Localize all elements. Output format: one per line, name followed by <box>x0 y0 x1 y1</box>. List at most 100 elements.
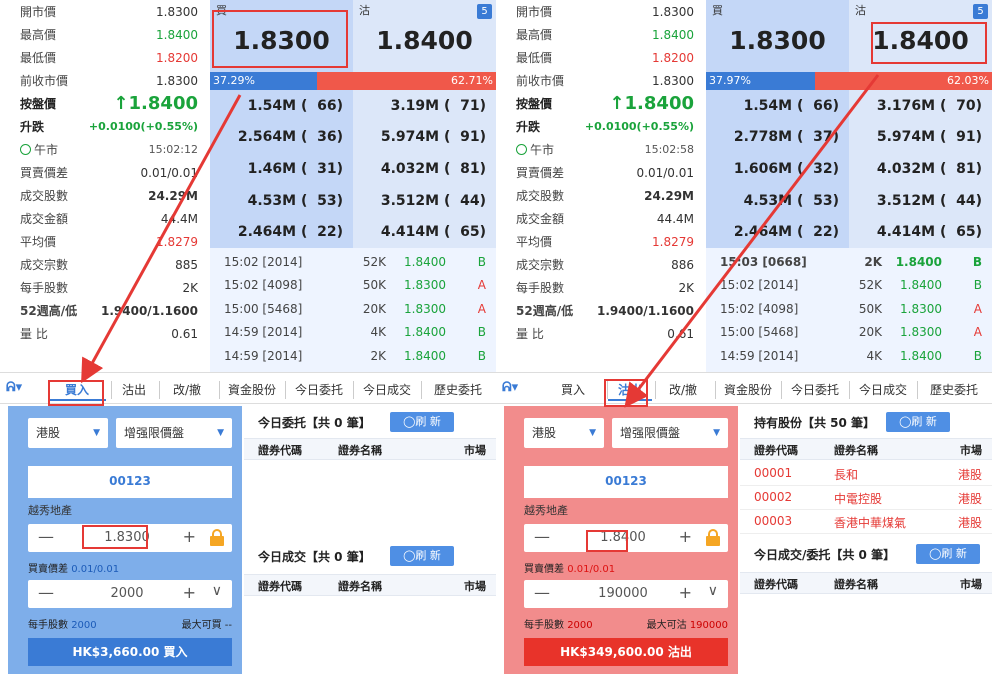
holding-row[interactable]: 00001 長和 港股 <box>740 462 992 486</box>
trade-time: 15:00 [5468] <box>224 301 303 316</box>
tab-6[interactable]: 歷史委托 <box>422 379 494 401</box>
trade-side: B <box>477 254 486 269</box>
qty-plus-button[interactable]: + <box>679 583 692 602</box>
price-stepper[interactable]: — 1.8400 + <box>524 524 728 552</box>
tab-4[interactable]: 今日委托 <box>286 379 352 401</box>
bid-price-box[interactable]: 買 1.8300 <box>706 0 849 72</box>
order-type-select[interactable]: 增强限價盤 ▼ <box>612 418 728 448</box>
tab-0[interactable]: 買入 <box>48 379 106 401</box>
stat-value: 24.29M <box>148 188 198 203</box>
ask-level[interactable]: 4.032M ( 81) <box>849 153 992 185</box>
bid-level[interactable]: 1.54M ( 66) <box>706 90 849 122</box>
price-minus-button[interactable]: — <box>534 527 550 546</box>
refresh-button[interactable]: ◯刷 新 <box>390 412 454 432</box>
chevron-down-icon: ▼ <box>589 428 596 438</box>
qty-plus-button[interactable]: + <box>183 583 196 602</box>
market-select[interactable]: 港股 ▼ <box>524 418 604 448</box>
ask-price-box[interactable]: 沽 5 1.8400 <box>849 0 992 72</box>
chevron-down-icon: ▼ <box>217 428 224 438</box>
price-minus-button[interactable]: — <box>38 527 54 546</box>
ask-level[interactable]: 3.512M ( 44) <box>849 185 992 217</box>
quantity-stepper[interactable]: — 190000 + ∨ <box>524 580 728 608</box>
bid-level[interactable]: 1.54M ( 66) <box>210 90 353 122</box>
depth-badge[interactable]: 5 <box>973 4 988 19</box>
refresh-button-2[interactable]: ◯刷 新 <box>916 544 980 564</box>
depth-badge[interactable]: 5 <box>477 4 492 19</box>
ask-level[interactable]: 4.032M ( 81) <box>353 153 496 185</box>
quantity-stepper[interactable]: — 2000 + ∨ <box>28 580 232 608</box>
stat-label: 成交宗數 <box>20 258 69 272</box>
order-type-select[interactable]: 增强限價盤 ▼ <box>116 418 232 448</box>
bid-level[interactable]: 2.464M ( 22) <box>706 216 849 248</box>
col-market: 市場 <box>464 580 486 593</box>
tab-divider <box>917 381 918 399</box>
ask-price-box[interactable]: 沽 5 1.8400 <box>353 0 496 72</box>
trade-price: 1.8400 <box>404 348 446 363</box>
lot-info: 每手股數 2000 <box>524 616 593 631</box>
bid-level[interactable]: 1.606M ( 32) <box>706 153 849 185</box>
price-stepper[interactable]: — 1.8300 + <box>28 524 232 552</box>
submit-order-button[interactable]: HK$3,660.00 買入 <box>28 638 232 666</box>
ask-level[interactable]: 4.414M ( 65) <box>849 216 992 248</box>
tab-2[interactable]: 改/撤 <box>656 379 710 401</box>
ask-level[interactable]: 4.414M ( 65) <box>353 216 496 248</box>
tab-4[interactable]: 今日委托 <box>782 379 848 401</box>
stat-value: 44.4M <box>656 211 694 226</box>
qty-chevron-down-icon[interactable]: ∨ <box>708 583 718 599</box>
refresh-button[interactable]: ◯刷 新 <box>886 412 950 432</box>
stock-code-input[interactable]: 00123 <box>28 466 232 498</box>
stock-name: 越秀地產 <box>524 504 568 517</box>
market-select[interactable]: 港股 ▼ <box>28 418 108 448</box>
price-plus-button[interactable]: + <box>183 527 196 546</box>
left-trade-panel: 開市價 1.8300 最高價 1.8400 最低價 1.8200 前收市價 1.8300 按盤價… <box>0 0 496 675</box>
trade-volume: 50K <box>858 301 882 316</box>
logo-menu-icon[interactable]: ᕱ▾ <box>502 380 518 395</box>
market-value: 港股 <box>532 426 557 440</box>
stat-row: 前收市價 1.8300 <box>496 69 706 92</box>
qty-minus-button[interactable]: — <box>38 583 54 602</box>
lock-icon[interactable] <box>210 529 224 546</box>
stat-value: 0.01/0.01 <box>636 165 694 180</box>
tab-5[interactable]: 今日成交 <box>850 379 916 401</box>
tab-2[interactable]: 改/撤 <box>160 379 214 401</box>
refresh-button-2[interactable]: ◯刷 新 <box>390 546 454 566</box>
bid-level[interactable]: 2.778M ( 37) <box>706 122 849 154</box>
price-plus-button[interactable]: + <box>679 527 692 546</box>
quantity-input[interactable]: 190000 <box>578 586 668 601</box>
bid-level[interactable]: 2.464M ( 22) <box>210 216 353 248</box>
holding-row[interactable]: 00002 中電控股 港股 <box>740 486 992 510</box>
spread-info: 買賣價差 0.01/0.01 <box>524 560 615 575</box>
session-label: 午市 <box>530 143 555 157</box>
submit-order-button[interactable]: HK$349,600.00 沽出 <box>524 638 728 666</box>
trade-tabbar: ᕱ▾ 買入 沽出 改/撤 資金股份 今日委托 今日成交 歷史委托 <box>0 372 496 404</box>
ask-level[interactable]: 5.974M ( 91) <box>353 122 496 154</box>
bid-level[interactable]: 2.564M ( 36) <box>210 122 353 154</box>
tab-5[interactable]: 今日成交 <box>354 379 420 401</box>
tab-6[interactable]: 歷史委托 <box>918 379 990 401</box>
price-input[interactable]: 1.8400 <box>578 530 668 545</box>
ask-level[interactable]: 3.19M ( 71) <box>353 90 496 122</box>
bid-level[interactable]: 1.46M ( 31) <box>210 153 353 185</box>
ask-level[interactable]: 3.176M ( 70) <box>849 90 992 122</box>
holding-row[interactable]: 00003 香港中華煤氣 港股 <box>740 510 992 534</box>
price-input[interactable]: 1.8300 <box>82 530 172 545</box>
logo-menu-icon[interactable]: ᕱ▾ <box>6 380 22 395</box>
ask-level[interactable]: 5.974M ( 91) <box>849 122 992 154</box>
trade-row: 14:59 [2014] 2K 1.8400 B <box>210 344 496 368</box>
tab-1[interactable]: 沽出 <box>608 379 652 401</box>
lot-label: 每手股數 <box>524 620 568 631</box>
qty-minus-button[interactable]: — <box>534 583 550 602</box>
tab-1[interactable]: 沽出 <box>112 379 156 401</box>
bid-price-box[interactable]: 買 1.8300 <box>210 0 353 72</box>
quantity-input[interactable]: 2000 <box>82 586 172 601</box>
stock-code-input[interactable]: 00123 <box>524 466 728 498</box>
tab-0[interactable]: 買入 <box>544 379 602 401</box>
tab-3[interactable]: 資金股份 <box>716 379 780 401</box>
bid-level[interactable]: 4.53M ( 53) <box>210 185 353 217</box>
bid-level[interactable]: 4.53M ( 53) <box>706 185 849 217</box>
tab-3[interactable]: 資金股份 <box>220 379 284 401</box>
lock-icon[interactable] <box>706 529 720 546</box>
stat-row: 最高價 1.8400 <box>496 23 706 46</box>
qty-chevron-down-icon[interactable]: ∨ <box>212 583 222 599</box>
ask-level[interactable]: 3.512M ( 44) <box>353 185 496 217</box>
